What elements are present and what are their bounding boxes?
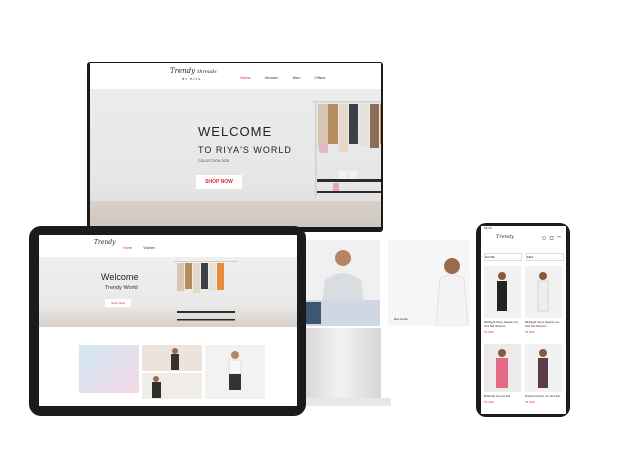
product-card-2[interactable]: [525, 266, 562, 318]
tablet-tile-2[interactable]: [142, 373, 202, 399]
desktop-promo-women[interactable]: Bed Seats: [388, 240, 470, 327]
product-price-1: ₹1,999: [484, 330, 494, 334]
product-1-image: [497, 272, 507, 311]
clothing-rack-illustration: [313, 101, 381, 197]
tablet-nav-home[interactable]: Home: [123, 246, 132, 250]
monitor-stand: [301, 328, 381, 406]
tablet-tile-promo[interactable]: [79, 345, 139, 393]
product-price-3: ₹1,499: [484, 400, 494, 404]
men-model-image: [300, 240, 380, 326]
desktop-promo-men[interactable]: [300, 240, 380, 326]
desktop-screen: Trendy threads BY RIYA Home Women Men Of…: [90, 63, 381, 227]
product-3-image: [496, 349, 508, 388]
product-title-2[interactable]: Midnight Onyx Sequin Co-Ord Set Women: [525, 320, 561, 328]
nav-home[interactable]: Home: [240, 75, 251, 80]
nav-women[interactable]: Women: [265, 75, 279, 80]
tablet-rack-illustration: [174, 261, 238, 321]
sort-dropdown[interactable]: Sort By: [484, 253, 522, 261]
tablet-nav-menu: Home Women: [123, 246, 165, 250]
product-card-3[interactable]: [484, 344, 521, 392]
hero-collection-text: COLLECTION 2025: [198, 159, 230, 163]
tablet-tile-3[interactable]: [205, 345, 265, 399]
desktop-logo[interactable]: Trendy threads BY RIYA: [170, 68, 217, 83]
phone-menu-icon[interactable]: [557, 236, 561, 238]
phone-screen: 08:18 Trendy Sort By Filter Midnight Ony…: [481, 226, 566, 414]
women-model-image: [435, 258, 469, 327]
product-card-1[interactable]: [484, 266, 521, 318]
shop-now-button[interactable]: SHOP NOW: [196, 175, 242, 189]
product-title-3[interactable]: Butterfly Co-ord Set: [484, 394, 520, 398]
logo-subtext: BY RIYA: [182, 77, 202, 81]
product-2-image: [537, 272, 549, 312]
product-card-4[interactable]: [525, 344, 562, 392]
product-title-1[interactable]: Midnight Onyx Sequin Co-Ord Set Women: [484, 320, 520, 328]
desktop-nav-menu: Home Women Men Offers: [240, 75, 338, 80]
product-price-2: ₹1,999: [525, 330, 535, 334]
desktop-header: Trendy threads BY RIYA Home Women Men Of…: [90, 63, 381, 90]
product-price-4: ₹1,399: [525, 400, 535, 404]
tablet-header: Trendy Home Women: [39, 235, 297, 257]
hero-floor: [90, 201, 381, 227]
phone-cart-icon[interactable]: [549, 236, 554, 240]
status-time: 08:18: [484, 226, 492, 230]
tablet-hero-title: Welcome: [101, 272, 139, 282]
logo-text-bottom: threads: [197, 69, 217, 75]
tablet-hero-subtitle: Trendy World: [105, 285, 138, 291]
tablet-screen: Trendy Home Women Welcome Trendy World S…: [39, 235, 297, 406]
tablet-shop-button[interactable]: Shop Now: [105, 299, 131, 307]
product-4-image: [538, 349, 548, 388]
tablet-logo[interactable]: Trendy: [94, 239, 116, 246]
tablet-tile-2-image: [152, 376, 161, 398]
tablet-tile-3-image: [228, 351, 242, 390]
phone-header-icons: [542, 236, 561, 240]
tablet-nav-women[interactable]: Women: [143, 246, 155, 250]
phone-logo[interactable]: Trendy: [496, 234, 514, 240]
nav-men[interactable]: Men: [293, 75, 301, 80]
nav-offers[interactable]: Offers: [315, 75, 326, 80]
hero-title: WELCOME: [198, 124, 273, 139]
logo-text-top: Trendy: [170, 67, 196, 75]
filter-button[interactable]: Filter: [526, 253, 564, 261]
promo-caption: Bed Seats: [394, 317, 408, 321]
desktop-hero-banner: WELCOME TO RIYA'S WORLD COLLECTION 2025 …: [90, 89, 381, 227]
tablet-tile-1[interactable]: [142, 345, 202, 371]
tablet-tile-1-image: [171, 348, 179, 370]
tablet-hero-banner: [39, 257, 297, 327]
phone-search-icon[interactable]: [542, 236, 546, 240]
hero-subtitle: TO RIYA'S WORLD: [198, 145, 292, 155]
product-title-4[interactable]: Printed Cotton Co-Ord Set: [525, 394, 561, 398]
monitor-base: [291, 398, 391, 406]
phone-status-bar: 08:18: [481, 226, 566, 232]
